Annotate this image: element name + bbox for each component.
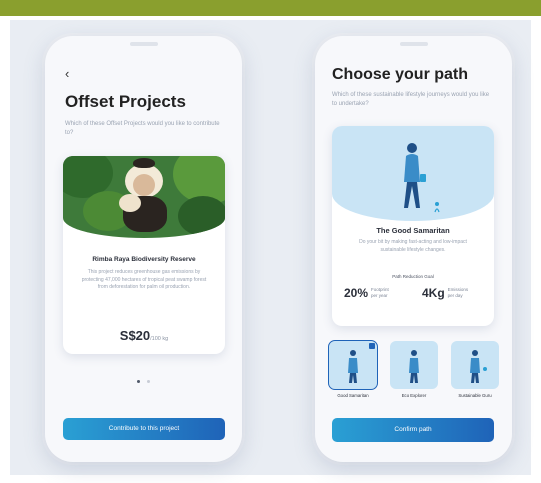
project-name: Rimba Raya Biodiversity Reserve <box>92 256 196 263</box>
path-description: Do your bit by making fast-acting and lo… <box>359 239 467 253</box>
path-illustration <box>332 126 494 221</box>
stat-footprint: 20% Footprint per year <box>344 286 395 300</box>
project-card[interactable]: Rimba Raya Biodiversity Reserve This pro… <box>63 156 225 354</box>
path-name: The Good Samaritan <box>376 226 450 235</box>
page-subtitle: Which of these sustainable lifestyle jou… <box>332 92 490 107</box>
pagination-dots <box>45 370 242 388</box>
person-icon <box>470 350 487 383</box>
option-label: Sustainable Guru <box>458 393 492 398</box>
walking-person-icon <box>404 143 440 213</box>
chevron-left-icon[interactable]: ‹ <box>65 66 69 81</box>
stat-emissions: 4Kg Emissions per day <box>422 286 472 300</box>
pagination-dot-1[interactable] <box>136 380 140 383</box>
stat-label: Emissions per day <box>447 287 469 298</box>
contribute-button[interactable]: Contribute to this project <box>63 418 225 440</box>
path-card: The Good Samaritan Do your bit by making… <box>332 126 494 326</box>
page-subtitle: Which of these Offset Projects would you… <box>65 121 220 136</box>
pagination-dot-2[interactable] <box>147 380 151 383</box>
project-price: S$20/100 kg <box>63 328 225 343</box>
confirm-path-button[interactable]: Confirm path <box>332 418 494 442</box>
phone-choose-path: Choose your path Which of these sustaina… <box>315 36 512 462</box>
project-image <box>63 156 225 238</box>
path-option-eco-explorer[interactable]: Eco Explorer <box>390 341 438 398</box>
option-thumbnail <box>451 341 499 389</box>
phone-offset-projects: ‹ Offset Projects Which of these Offset … <box>45 36 242 462</box>
path-option-sustainable-guru[interactable]: Sustainable Guru <box>451 341 499 398</box>
phone-notch <box>129 42 158 46</box>
top-accent-bar <box>0 0 541 16</box>
option-label: Eco Explorer <box>401 393 427 398</box>
person-icon <box>409 350 419 383</box>
price-value: S$20 <box>119 328 151 343</box>
page-title: Offset Projects <box>65 92 186 111</box>
reduction-goal-label: Path Reduction Goal <box>392 274 434 279</box>
page-title: Choose your path <box>332 66 469 83</box>
path-option-good-samaritan[interactable]: Good Samaritan <box>328 340 378 398</box>
stat-label: Footprint per year <box>371 287 389 298</box>
option-label: Good Samaritan <box>337 393 369 398</box>
path-options: Good Samaritan Eco Explorer Sustainable … <box>328 340 499 403</box>
stat-value: 4Kg <box>422 286 445 300</box>
project-description: This project reduces greenhouse gas emis… <box>81 269 207 290</box>
option-thumbnail <box>328 340 378 390</box>
option-thumbnail <box>390 341 438 389</box>
stat-value: 20% <box>344 286 369 300</box>
check-icon <box>369 343 375 349</box>
phone-notch <box>399 42 428 46</box>
price-unit: /100 kg <box>150 336 169 342</box>
